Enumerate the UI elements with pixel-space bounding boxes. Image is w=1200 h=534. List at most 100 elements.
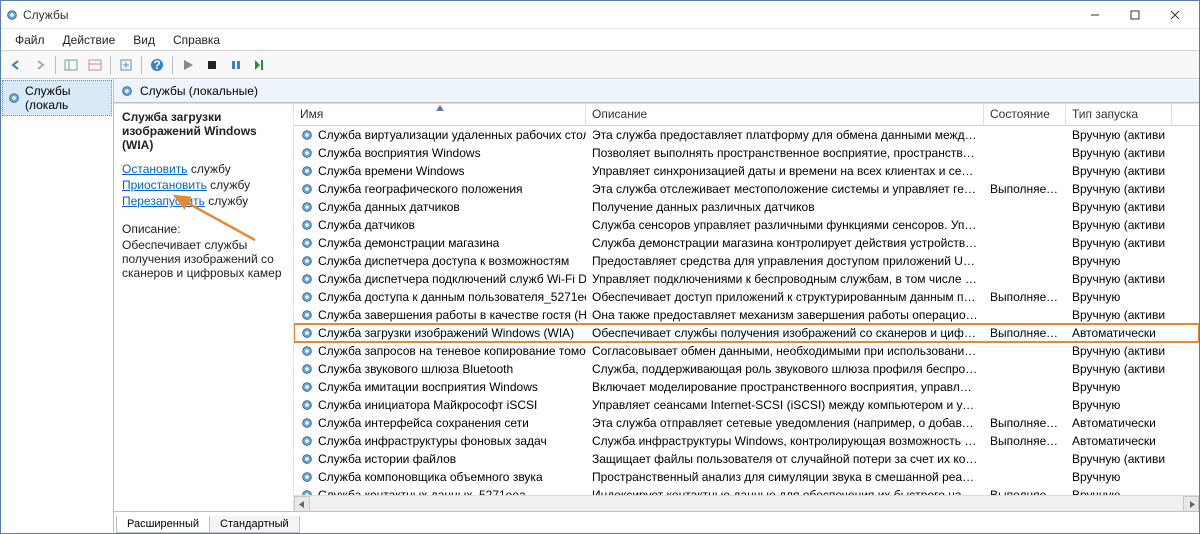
cell-description: Получение данных различных датчиков	[586, 200, 984, 214]
cell-name: Служба датчиков	[294, 218, 586, 232]
tree-root-node[interactable]: Службы (локаль	[2, 80, 112, 116]
main-area: Службы (локаль Службы (локальные) Служба…	[1, 79, 1199, 533]
export-button[interactable]	[115, 54, 137, 76]
detail-view-button[interactable]	[84, 54, 106, 76]
table-row[interactable]: Служба датчиковСлужба сенсоров управляет…	[294, 216, 1199, 234]
table-row[interactable]: Служба запросов на теневое копирование т…	[294, 342, 1199, 360]
menubar: Файл Действие Вид Справка	[1, 29, 1199, 51]
cell-startup: Вручную (активи	[1066, 452, 1172, 466]
table-row[interactable]: Служба инициатора Майкрософт iSCSIУправл…	[294, 396, 1199, 414]
table-row[interactable]: Служба звукового шлюза BluetoothСлужба, …	[294, 360, 1199, 378]
col-header-startup[interactable]: Тип запуска	[1066, 104, 1172, 125]
cell-description: Служба сенсоров управляет различными фун…	[586, 218, 984, 232]
close-button[interactable]	[1155, 2, 1195, 28]
col-header-description[interactable]: Описание	[586, 104, 984, 125]
menu-view[interactable]: Вид	[125, 30, 163, 50]
minimize-button[interactable]	[1075, 2, 1115, 28]
scroll-left-button[interactable]	[294, 496, 310, 511]
table-row[interactable]: Служба данных датчиковПолучение данных р…	[294, 198, 1199, 216]
window-title: Службы	[23, 8, 1075, 22]
table-row[interactable]: Служба интерфейса сохранения сетиЭта слу…	[294, 414, 1199, 432]
help-button[interactable]: ?	[146, 54, 168, 76]
table-row[interactable]: Служба загрузки изображений Windows (WIA…	[294, 324, 1199, 342]
restart-button[interactable]	[249, 54, 271, 76]
cell-name: Служба данных датчиков	[294, 200, 586, 214]
col-header-state[interactable]: Состояние	[984, 104, 1066, 125]
table-row[interactable]: Служба демонстрации магазинаСлужба демон…	[294, 234, 1199, 252]
stop-button[interactable]	[201, 54, 223, 76]
start-button[interactable]	[177, 54, 199, 76]
table-row[interactable]: Служба завершения работы в качестве гост…	[294, 306, 1199, 324]
menu-file[interactable]: Файл	[7, 30, 53, 50]
table-row[interactable]: Служба инфраструктуры фоновых задачСлужб…	[294, 432, 1199, 450]
forward-button[interactable]	[29, 54, 51, 76]
cell-state: Выполняется	[984, 326, 1066, 340]
cell-startup: Вручную	[1066, 290, 1172, 304]
services-icon	[120, 84, 134, 98]
cell-startup: Вручную	[1066, 488, 1172, 495]
cell-startup: Вручную (активи	[1066, 164, 1172, 178]
table-row[interactable]: Служба имитации восприятия WindowsВключа…	[294, 378, 1199, 396]
back-button[interactable]	[5, 54, 27, 76]
tree-pane: Службы (локаль	[1, 79, 114, 533]
stop-service-link[interactable]: Остановить службу	[122, 162, 285, 176]
cell-description: Она также предоставляет механизм заверше…	[586, 308, 984, 322]
cell-state: Выполняется	[984, 488, 1066, 495]
cell-startup: Вручную (активи	[1066, 272, 1172, 286]
pause-button[interactable]	[225, 54, 247, 76]
view-tabs: Расширенный Стандартный	[114, 511, 1199, 533]
cell-name: Служба завершения работы в качестве гост…	[294, 308, 586, 322]
cell-name: Служба времени Windows	[294, 164, 586, 178]
table-row[interactable]: Служба географического положенияЭта служ…	[294, 180, 1199, 198]
cell-description: Служба инфраструктуры Windows, контролир…	[586, 434, 984, 448]
table-row[interactable]: Служба виртуализации удаленных рабочих с…	[294, 126, 1199, 144]
toolbar-separator	[141, 56, 142, 74]
table-row[interactable]: Служба восприятия WindowsПозволяет выпол…	[294, 144, 1199, 162]
cell-name: Служба истории файлов	[294, 452, 586, 466]
table-row[interactable]: Служба диспетчера подключений служб Wi-F…	[294, 270, 1199, 288]
tab-extended[interactable]: Расширенный	[116, 516, 210, 533]
menu-action[interactable]: Действие	[55, 30, 124, 50]
pause-service-link[interactable]: Приостановить службу	[122, 178, 285, 192]
cell-name: Служба виртуализации удаленных рабочих с…	[294, 128, 586, 142]
menu-help[interactable]: Справка	[165, 30, 228, 50]
cell-startup: Вручную	[1066, 380, 1172, 394]
scroll-right-button[interactable]	[1183, 496, 1199, 511]
cell-state: Выполняется	[984, 434, 1066, 448]
tab-standard[interactable]: Стандартный	[209, 516, 300, 533]
col-header-name[interactable]: Имя	[294, 104, 586, 125]
table-row[interactable]: Служба доступа к данным пользователя_527…	[294, 288, 1199, 306]
cell-name: Служба запросов на теневое копирование т…	[294, 344, 586, 358]
cell-name: Служба диспетчера подключений служб Wi-F…	[294, 272, 586, 286]
table-row[interactable]: Служба компоновщика объемного звукаПрост…	[294, 468, 1199, 486]
cell-startup: Автоматически	[1066, 416, 1172, 430]
cell-state: Выполняется	[984, 290, 1066, 304]
cell-description: Управляет сеансами Internet-SCSI (iSCSI)…	[586, 398, 984, 412]
table-row[interactable]: Служба диспетчера доступа к возможностям…	[294, 252, 1199, 270]
cell-startup: Вручную	[1066, 254, 1172, 268]
toolbar-separator	[55, 56, 56, 74]
tree-root-label: Службы (локаль	[25, 84, 107, 112]
svg-text:?: ?	[153, 58, 160, 72]
table-row[interactable]: Служба истории файловЗащищает файлы поль…	[294, 450, 1199, 468]
titlebar: Службы	[1, 1, 1199, 29]
cell-startup: Вручную (активи	[1066, 308, 1172, 322]
cell-name: Служба компоновщика объемного звука	[294, 470, 586, 484]
rows-container: Служба виртуализации удаленных рабочих с…	[294, 126, 1199, 495]
cell-description: Обеспечивает доступ приложений к структу…	[586, 290, 984, 304]
cell-description: Пространственный анализ для симуляции зв…	[586, 470, 984, 484]
table-row[interactable]: Служба времени WindowsУправляет синхрони…	[294, 162, 1199, 180]
cell-description: Включает моделирование пространственного…	[586, 380, 984, 394]
table-row[interactable]: Служба контактных данных_5271eeaИндексир…	[294, 486, 1199, 495]
cell-name: Служба географического положения	[294, 182, 586, 196]
cell-name: Служба звукового шлюза Bluetooth	[294, 362, 586, 376]
toolbar: ?	[1, 51, 1199, 79]
cell-name: Служба доступа к данным пользователя_527…	[294, 290, 586, 304]
selected-service-name: Служба загрузки изображений Windows (WIA…	[122, 110, 285, 152]
cell-name: Служба загрузки изображений Windows (WIA…	[294, 326, 586, 340]
maximize-button[interactable]	[1115, 2, 1155, 28]
cell-startup: Вручную (активи	[1066, 344, 1172, 358]
horizontal-scrollbar[interactable]	[294, 495, 1199, 511]
show-hide-tree-button[interactable]	[60, 54, 82, 76]
restart-service-link[interactable]: Перезапустить службу	[122, 194, 285, 208]
